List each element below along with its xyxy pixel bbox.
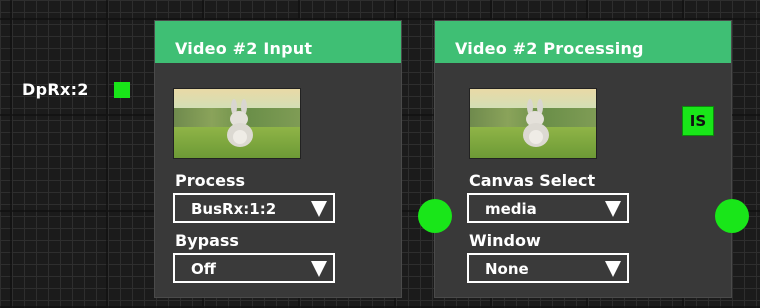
source-port-label: DpRx:2 <box>22 80 89 99</box>
processing-output-connector[interactable] <box>715 199 749 233</box>
process-select-value: BusRx:1:2 <box>191 200 277 218</box>
bunny-figure-icon <box>523 99 549 147</box>
window-select-value: None <box>485 260 529 278</box>
bypass-select-value: Off <box>191 260 216 278</box>
input-output-connector[interactable] <box>418 199 452 233</box>
window-label: Window <box>469 231 541 250</box>
triangle-down-icon <box>605 261 621 277</box>
window-select[interactable]: None <box>467 253 629 283</box>
source-port-handle[interactable] <box>114 82 130 98</box>
video-processing-node[interactable]: Video #2 Processing IS Canvas Select med… <box>434 20 732 298</box>
triangle-down-icon <box>605 201 621 217</box>
video-thumbnail-icon <box>173 88 301 159</box>
is-status-badge[interactable]: IS <box>682 106 714 136</box>
canvas-select-value: media <box>485 200 537 218</box>
node-header-video-processing[interactable]: Video #2 Processing <box>435 21 731 63</box>
bypass-select[interactable]: Off <box>173 253 335 283</box>
bypass-label: Bypass <box>175 231 239 250</box>
node-header-video-input[interactable]: Video #2 Input <box>155 21 401 63</box>
triangle-down-icon <box>311 201 327 217</box>
canvas-select-dropdown[interactable]: media <box>467 193 629 223</box>
process-label: Process <box>175 171 245 190</box>
source-port-area: DpRx:2 <box>0 0 140 308</box>
video-input-node[interactable]: Video #2 Input Process BusRx:1:2 Bypass … <box>154 20 402 298</box>
bunny-figure-icon <box>227 99 253 147</box>
triangle-down-icon <box>311 261 327 277</box>
canvas-select-label: Canvas Select <box>469 171 596 190</box>
video-thumbnail-icon <box>469 88 597 159</box>
process-select[interactable]: BusRx:1:2 <box>173 193 335 223</box>
